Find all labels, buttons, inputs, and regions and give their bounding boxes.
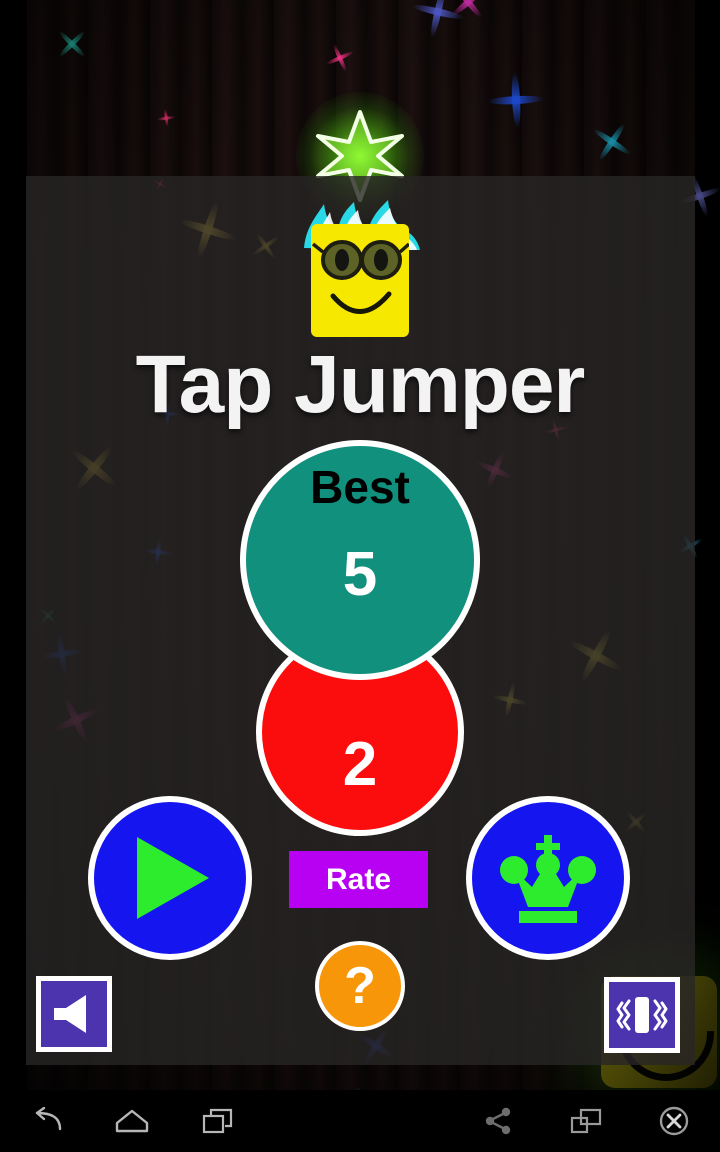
best-score-badge: Best 5 xyxy=(240,440,480,680)
crown-icon xyxy=(500,835,596,923)
help-button[interactable]: ? xyxy=(315,941,405,1031)
logo-face xyxy=(311,224,411,337)
game-logo xyxy=(296,196,424,346)
home-icon[interactable] xyxy=(112,1101,152,1141)
sunglasses-icon xyxy=(311,240,411,280)
page-title: Tap Jumper xyxy=(135,339,586,430)
speaker-muted-icon xyxy=(54,995,86,1033)
leaderboard-button[interactable] xyxy=(466,796,630,960)
close-circle-icon[interactable] xyxy=(654,1101,694,1141)
play-button[interactable] xyxy=(88,796,252,960)
question-mark-icon: ? xyxy=(344,957,376,1015)
current-score-value: 2 xyxy=(342,730,378,799)
back-arrow-icon[interactable] xyxy=(26,1101,66,1141)
right-black-edge xyxy=(695,0,720,1090)
vibrate-toggle-button[interactable] xyxy=(604,977,680,1053)
play-triangle-icon xyxy=(137,837,209,919)
sound-toggle-button[interactable] xyxy=(36,976,112,1052)
rate-button-label: Rate xyxy=(325,862,392,896)
share-icon[interactable] xyxy=(478,1101,518,1141)
android-navbar xyxy=(0,1090,720,1152)
best-score-label: Best xyxy=(310,461,410,513)
game-screen: Tap Jumper 2 Best 5 Rate ? xyxy=(0,0,720,1152)
left-black-edge xyxy=(0,0,27,1090)
vibration-icon xyxy=(616,997,668,1033)
window-overlap-icon[interactable] xyxy=(566,1101,606,1141)
recent-apps-icon[interactable] xyxy=(198,1101,238,1141)
rate-button[interactable]: Rate xyxy=(289,851,428,908)
best-score-value: 5 xyxy=(342,540,378,609)
